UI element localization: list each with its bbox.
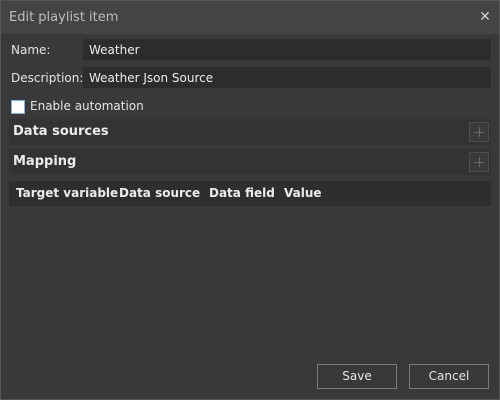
description-input[interactable] — [83, 67, 491, 88]
cancel-button[interactable]: Cancel — [409, 364, 489, 389]
dialog-title: Edit playlist item — [9, 10, 119, 25]
description-label: Description: — [11, 71, 84, 85]
save-button[interactable]: Save — [317, 364, 397, 389]
column-data-source[interactable]: Data source — [119, 186, 200, 200]
mapping-title: Mapping — [13, 154, 77, 169]
data-sources-title: Data sources — [13, 124, 109, 139]
data-sources-section: Data sources — [9, 119, 491, 145]
enable-automation-checkbox[interactable] — [11, 100, 25, 114]
name-input[interactable] — [83, 39, 491, 60]
column-data-field[interactable]: Data field — [209, 186, 275, 200]
mapping-section: Mapping — [9, 149, 491, 175]
add-data-source-plus-icon[interactable] — [469, 122, 489, 142]
column-target-variable[interactable]: Target variable — [16, 186, 118, 200]
name-label: Name: — [11, 43, 51, 57]
add-mapping-plus-icon[interactable] — [469, 152, 489, 172]
column-value[interactable]: Value — [284, 186, 322, 200]
title-bar: Edit playlist item ✕ — [1, 1, 499, 34]
enable-automation-label: Enable automation — [30, 99, 144, 113]
edit-playlist-item-dialog: Edit playlist item ✕ Name: Description: … — [0, 0, 500, 400]
mapping-table-header: Target variable Data source Data field V… — [9, 181, 491, 206]
close-icon[interactable]: ✕ — [477, 9, 493, 25]
